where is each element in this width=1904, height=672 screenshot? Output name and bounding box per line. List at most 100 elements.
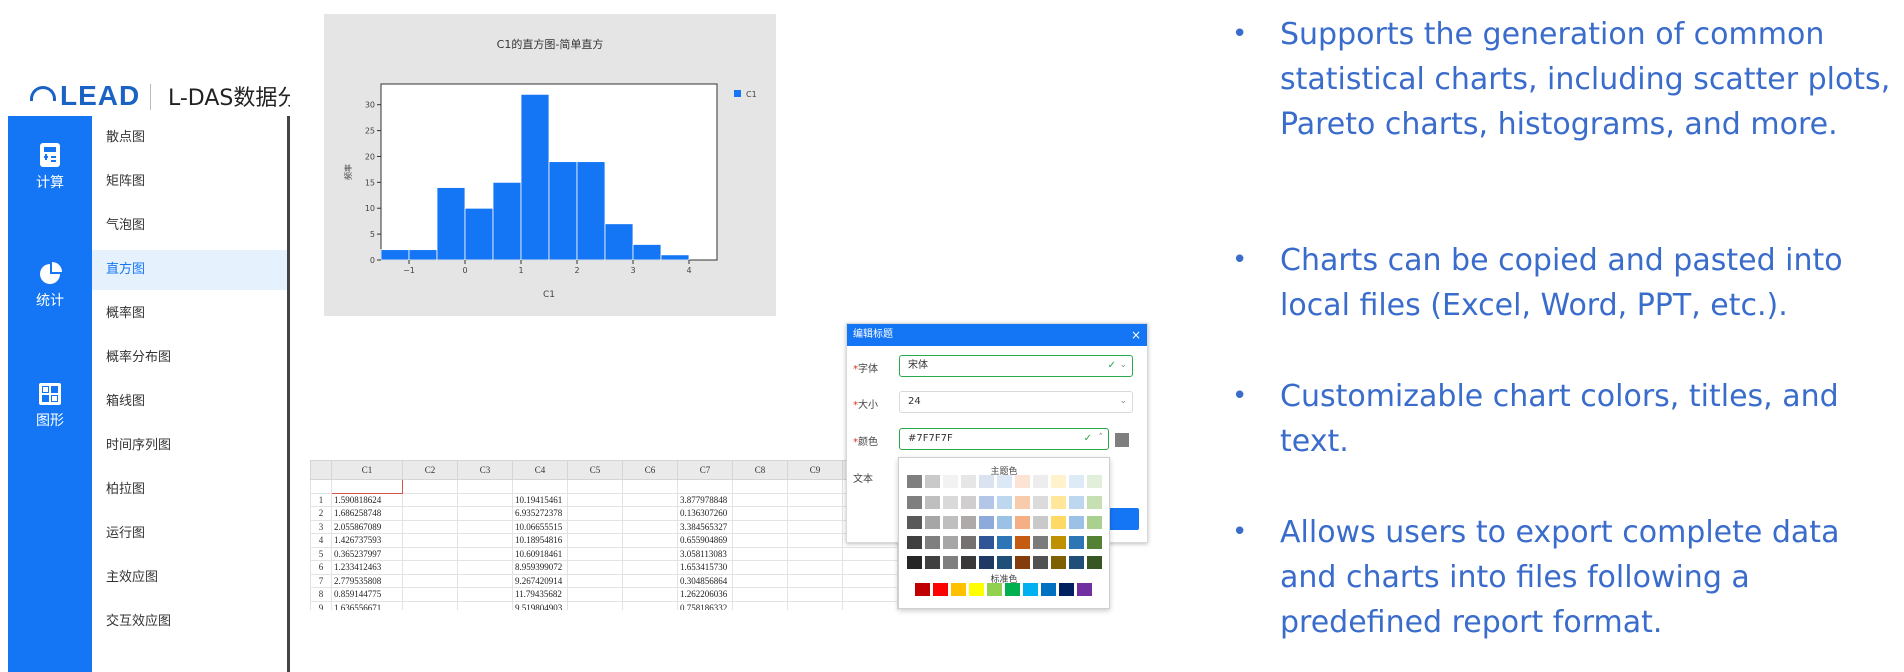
table-cell[interactable] <box>457 506 513 521</box>
table-cell[interactable] <box>402 560 458 575</box>
table-cell[interactable] <box>732 573 788 588</box>
table-cell[interactable] <box>842 546 898 561</box>
table-cell[interactable]: 10.18954816 <box>512 533 568 548</box>
color-swatch[interactable] <box>961 475 976 488</box>
table-cell[interactable]: 1.233412463 <box>331 560 403 575</box>
color-swatch[interactable] <box>1033 496 1048 509</box>
table-cell[interactable] <box>402 587 458 602</box>
color-swatch[interactable] <box>1087 556 1102 569</box>
table-cell[interactable]: 1.262206036 <box>677 587 733 602</box>
color-swatch[interactable] <box>943 516 958 529</box>
table-cell[interactable] <box>402 519 458 534</box>
color-swatch[interactable] <box>1069 475 1084 488</box>
table-cell[interactable] <box>787 479 843 494</box>
color-swatch[interactable] <box>1015 496 1030 509</box>
color-swatch[interactable] <box>907 516 922 529</box>
table-cell[interactable] <box>567 533 623 548</box>
table-cell[interactable] <box>732 519 788 534</box>
table-cell[interactable] <box>622 600 678 610</box>
table-cell[interactable]: 0.655904869 <box>677 533 733 548</box>
color-swatch[interactable] <box>1069 516 1084 529</box>
color-swatch[interactable] <box>907 556 922 569</box>
color-swatch[interactable] <box>1087 475 1102 488</box>
table-cell[interactable] <box>622 519 678 534</box>
table-cell[interactable]: 11.79435682 <box>512 587 568 602</box>
table-cell[interactable] <box>567 546 623 561</box>
table-cell[interactable] <box>402 600 458 610</box>
menu-item[interactable]: 概率图 <box>92 294 288 334</box>
color-swatch[interactable] <box>943 475 958 488</box>
color-swatch[interactable] <box>997 475 1012 488</box>
table-cell[interactable] <box>732 546 788 561</box>
table-cell[interactable] <box>787 533 843 548</box>
table-cell[interactable] <box>732 506 788 521</box>
table-cell[interactable]: 1.686258748 <box>331 506 403 521</box>
table-cell[interactable] <box>622 492 678 507</box>
rail-item-calculate[interactable]: 计算 <box>8 142 92 192</box>
color-swatch[interactable] <box>943 536 958 549</box>
table-cell[interactable] <box>842 587 898 602</box>
color-swatch[interactable] <box>1015 536 1030 549</box>
color-swatch[interactable] <box>925 556 940 569</box>
color-swatch[interactable] <box>1023 583 1038 596</box>
table-cell[interactable]: 9.519804903 <box>512 600 568 610</box>
color-swatch[interactable] <box>925 475 940 488</box>
table-cell[interactable] <box>512 479 568 494</box>
table-cell[interactable] <box>402 546 458 561</box>
menu-item[interactable]: 主效应图 <box>92 558 288 598</box>
table-cell[interactable] <box>622 560 678 575</box>
table-cell[interactable]: 10.60918461 <box>512 546 568 561</box>
table-cell[interactable]: 3.877978848 <box>677 492 733 507</box>
table-cell[interactable] <box>732 587 788 602</box>
table-cell[interactable] <box>402 492 458 507</box>
table-cell[interactable] <box>457 573 513 588</box>
column-header[interactable]: C4 <box>512 460 568 480</box>
color-swatch[interactable] <box>961 516 976 529</box>
color-preview-swatch[interactable] <box>1115 433 1129 447</box>
table-cell[interactable] <box>567 492 623 507</box>
color-swatch[interactable] <box>915 583 930 596</box>
column-header[interactable]: C7 <box>677 460 733 480</box>
color-swatch[interactable] <box>933 583 948 596</box>
table-cell[interactable] <box>622 546 678 561</box>
table-cell[interactable] <box>787 492 843 507</box>
table-cell[interactable] <box>842 573 898 588</box>
table-cell[interactable] <box>622 479 678 494</box>
column-header[interactable]: C6 <box>622 460 678 480</box>
color-swatch[interactable] <box>969 583 984 596</box>
table-cell[interactable] <box>567 506 623 521</box>
table-cell[interactable] <box>787 573 843 588</box>
color-swatch[interactable] <box>961 556 976 569</box>
table-cell[interactable] <box>622 587 678 602</box>
menu-item[interactable]: 时间序列图 <box>92 426 288 466</box>
menu-item[interactable]: 直方图 <box>92 250 288 290</box>
table-cell[interactable] <box>842 560 898 575</box>
table-cell[interactable] <box>787 519 843 534</box>
color-swatch[interactable] <box>1087 536 1102 549</box>
menu-item[interactable]: 矩阵图 <box>92 162 288 202</box>
table-cell[interactable] <box>677 479 733 494</box>
table-cell[interactable]: 8.959399072 <box>512 560 568 575</box>
table-cell[interactable]: 0.859144775 <box>331 587 403 602</box>
color-swatch[interactable] <box>997 556 1012 569</box>
table-cell[interactable] <box>457 533 513 548</box>
rail-item-statistics[interactable]: 统计 <box>8 262 92 310</box>
table-cell[interactable] <box>457 492 513 507</box>
menu-item[interactable]: 柏拉图 <box>92 470 288 510</box>
column-header[interactable]: C3 <box>457 460 513 480</box>
table-cell[interactable]: 6.935272378 <box>512 506 568 521</box>
color-swatch[interactable] <box>1059 583 1074 596</box>
table-cell[interactable] <box>402 506 458 521</box>
corner-cell[interactable] <box>310 460 332 480</box>
table-cell[interactable] <box>457 546 513 561</box>
color-swatch[interactable] <box>1041 583 1056 596</box>
color-swatch[interactable] <box>1005 583 1020 596</box>
table-cell[interactable] <box>457 479 513 494</box>
menu-item[interactable]: 散点图 <box>92 118 288 158</box>
table-cell[interactable] <box>787 587 843 602</box>
column-header[interactable]: C1 <box>331 460 403 480</box>
color-swatch[interactable] <box>1015 475 1030 488</box>
color-swatch[interactable] <box>979 536 994 549</box>
table-cell[interactable] <box>457 587 513 602</box>
menu-item[interactable]: 气泡图 <box>92 206 288 246</box>
